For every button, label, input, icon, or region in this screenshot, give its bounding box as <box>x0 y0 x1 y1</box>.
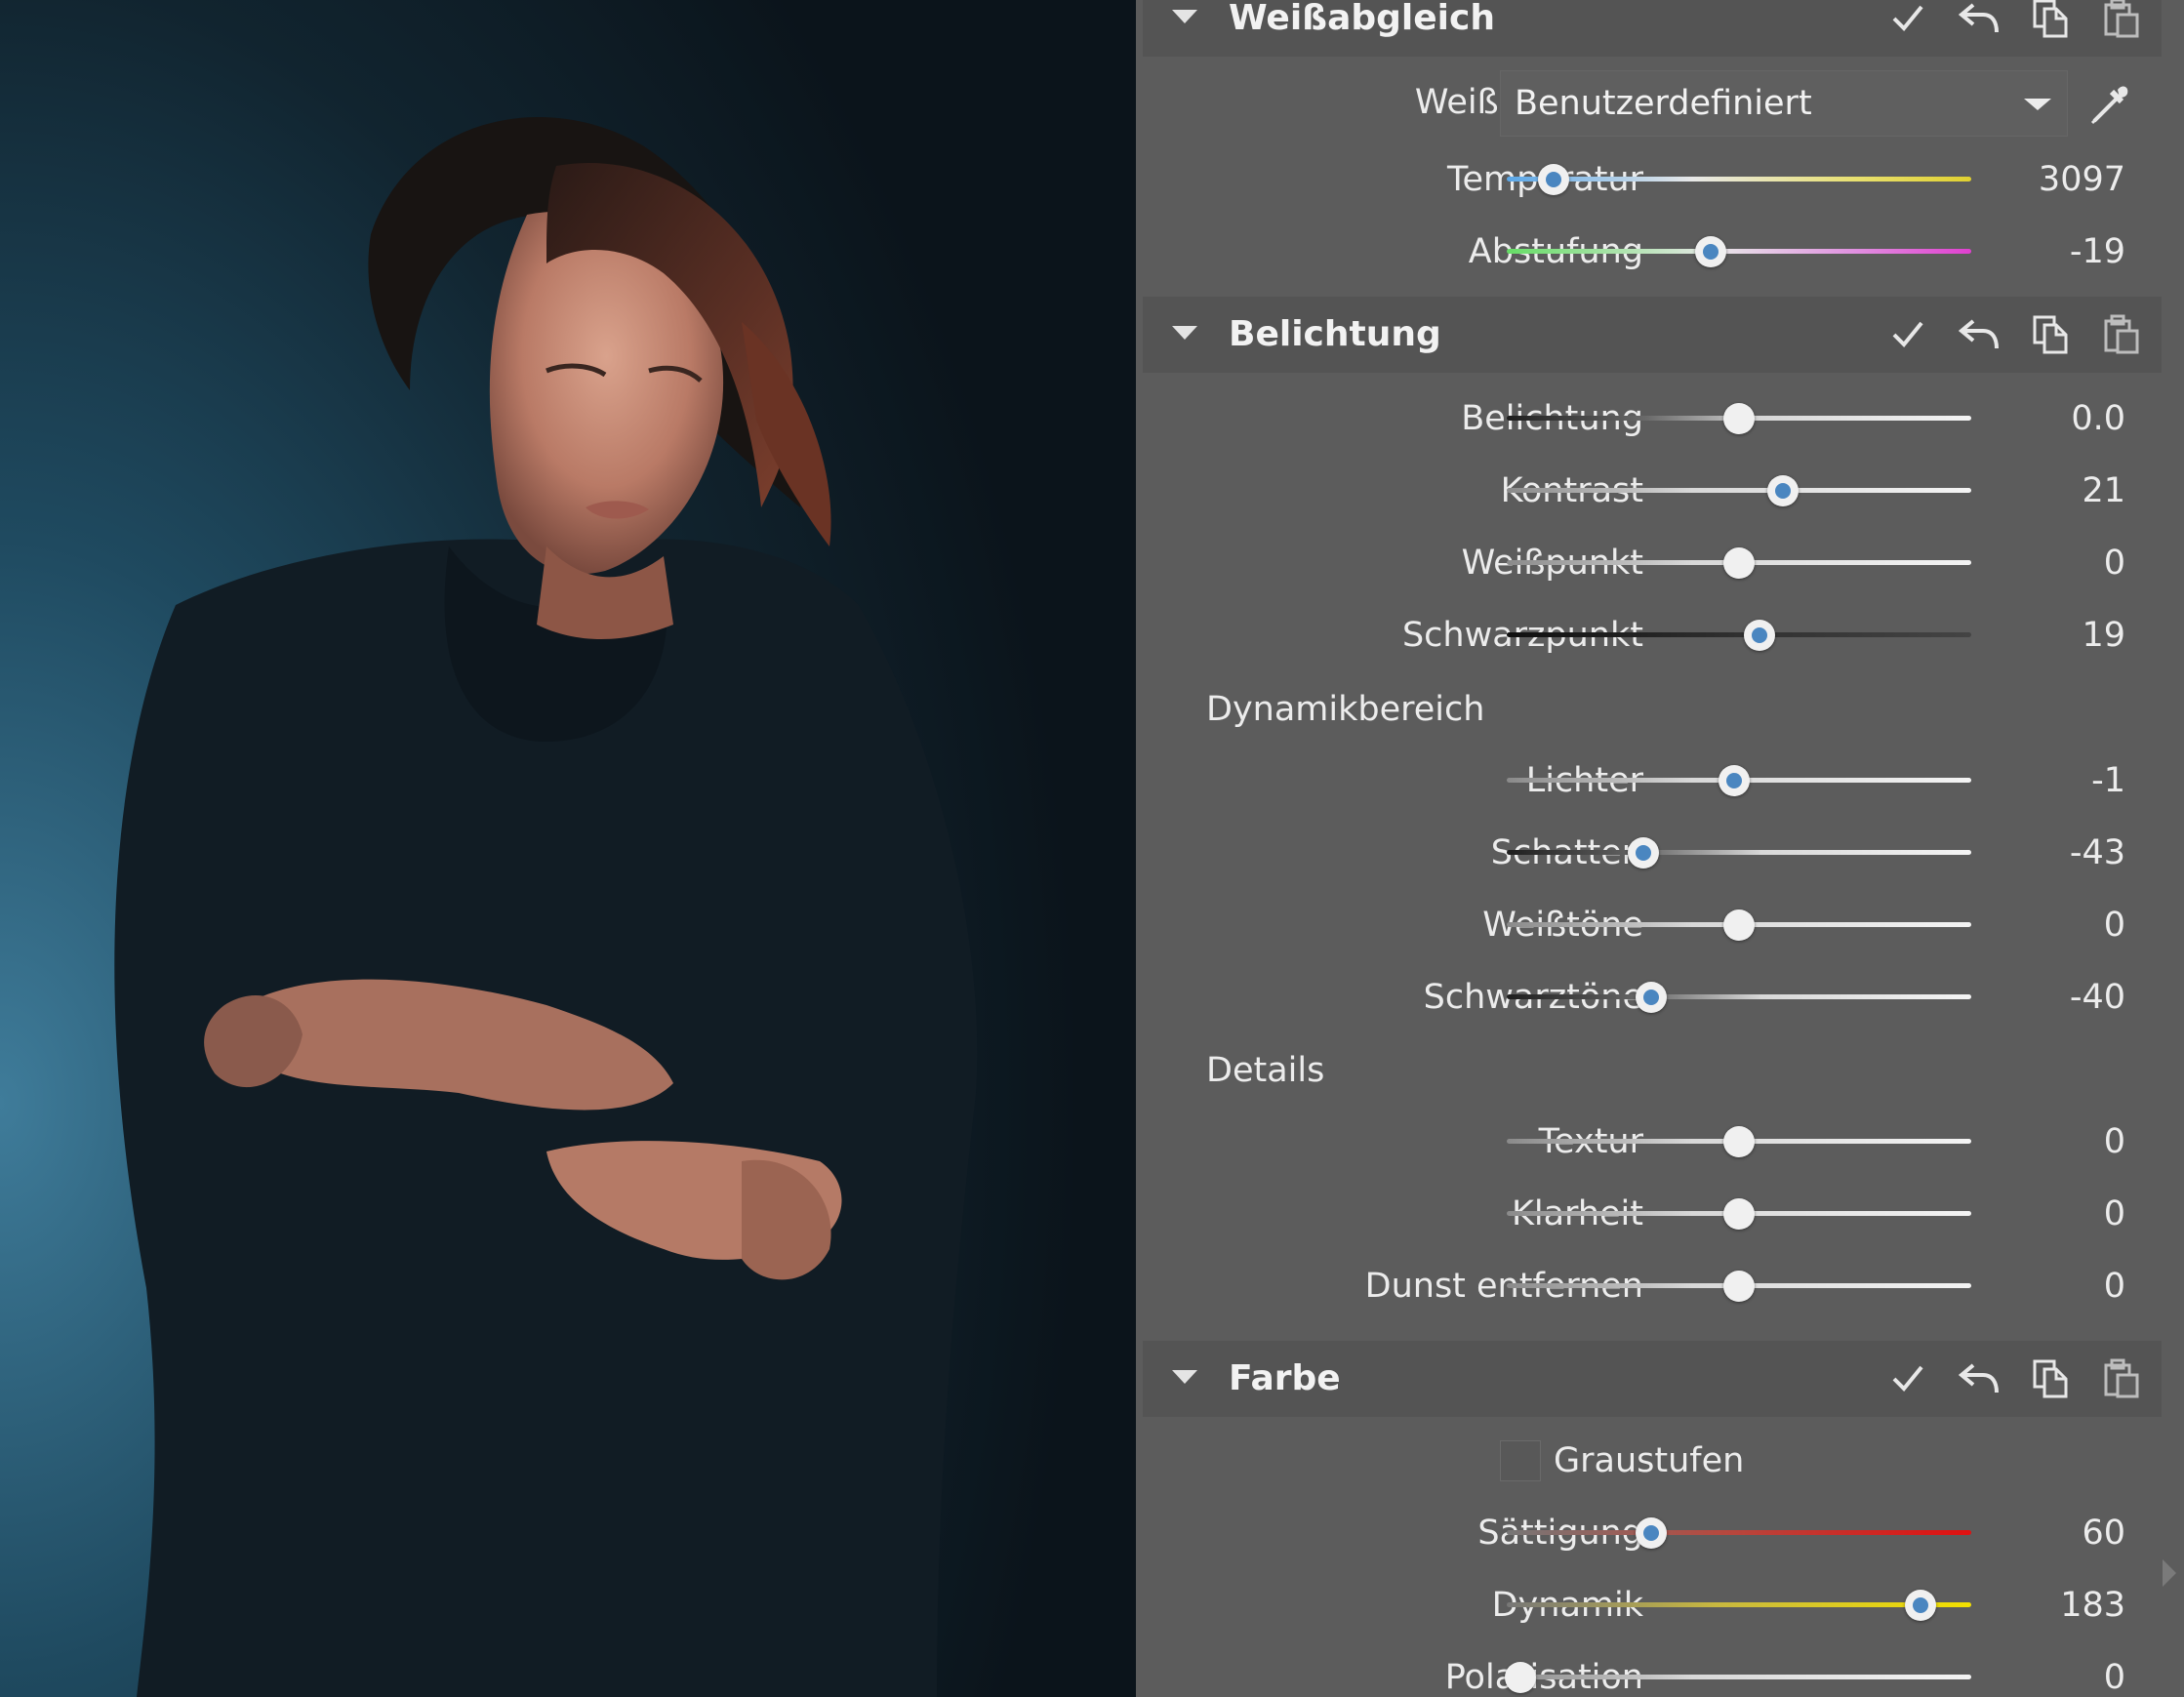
check-icon[interactable] <box>1884 0 1931 42</box>
slider-handle[interactable] <box>1723 1271 1755 1302</box>
slider-handle[interactable] <box>1723 1198 1755 1230</box>
slider-value[interactable]: -43 <box>2070 817 2125 889</box>
slider-handle[interactable] <box>1635 1517 1667 1549</box>
slider-handle[interactable] <box>1767 475 1800 506</box>
adjustment-panel: Weißabgleich Weißabgleich Benutzerdefini… <box>1136 0 2184 1697</box>
portrait-photo <box>0 0 1136 1697</box>
slider-track[interactable] <box>1507 488 1971 493</box>
section-header-exposure[interactable]: Belichtung <box>1143 297 2162 373</box>
copy-icon[interactable] <box>2027 1355 2074 1402</box>
check-icon[interactable] <box>1884 1355 1931 1402</box>
slider-value[interactable]: 21 <box>2082 455 2125 527</box>
paste-icon[interactable] <box>2098 0 2145 42</box>
slider-row-dynamik: Dynamik 183 <box>1136 1569 2184 1641</box>
slider-value[interactable]: 60 <box>2082 1497 2125 1569</box>
section-header-color[interactable]: Farbe <box>1143 1341 2162 1417</box>
slider-track[interactable] <box>1507 1530 1971 1535</box>
subsection-details: Details <box>1206 1051 1325 1090</box>
slider-handle[interactable] <box>1695 236 1727 267</box>
chevron-down-icon <box>2024 99 2051 110</box>
slider-value[interactable]: 0 <box>2104 1641 2125 1697</box>
scroll-right-arrow-icon[interactable] <box>2163 1559 2176 1587</box>
slider-track[interactable] <box>1507 177 1971 182</box>
section-title: Farbe <box>1229 1358 1341 1398</box>
undo-icon[interactable] <box>1956 1355 2002 1402</box>
slider-value[interactable]: -1 <box>2091 745 2125 817</box>
undo-icon[interactable] <box>1956 311 2002 358</box>
eyedropper-icon[interactable] <box>2083 76 2137 131</box>
slider-row-abstufung: Abstufung -19 <box>1136 216 2184 288</box>
slider-row-schatten: Schatten -43 <box>1136 817 2184 889</box>
slider-row-weißpunkt: Weißpunkt 0 <box>1136 527 2184 599</box>
slider-value[interactable]: 0 <box>2104 889 2125 961</box>
slider-track[interactable] <box>1507 1675 1971 1679</box>
slider-value[interactable]: 19 <box>2082 599 2125 671</box>
slider-handle[interactable] <box>1723 547 1755 579</box>
slider-row-weißtöne: Weißtöne 0 <box>1136 889 2184 961</box>
slider-handle[interactable] <box>1635 982 1667 1013</box>
slider-value[interactable]: 183 <box>2060 1569 2125 1641</box>
slider-handle[interactable] <box>1744 620 1776 651</box>
slider-row-schwarzpunkt: Schwarzpunkt 19 <box>1136 599 2184 671</box>
section-header-white-balance[interactable]: Weißabgleich <box>1143 0 2162 57</box>
white-balance-mode-dropdown[interactable]: Benutzerdefiniert <box>1500 70 2068 137</box>
slider-handle[interactable] <box>1904 1590 1936 1621</box>
slider-row-belichtung: Belichtung 0.0 <box>1136 383 2184 455</box>
grayscale-label: Graustufen <box>1554 1441 1745 1480</box>
copy-icon[interactable] <box>2027 311 2074 358</box>
slider-handle[interactable] <box>1723 403 1755 434</box>
slider-track[interactable] <box>1507 850 1971 855</box>
collapse-triangle-icon[interactable] <box>1172 326 1197 340</box>
photo-preview[interactable] <box>0 0 1136 1697</box>
slider-value[interactable]: 0.0 <box>2071 383 2125 455</box>
slider-value[interactable]: -40 <box>2070 961 2125 1033</box>
slider-value[interactable]: -19 <box>2070 216 2125 288</box>
slider-row-lichter: Lichter -1 <box>1136 745 2184 817</box>
slider-row-sättigung: Sättigung 60 <box>1136 1497 2184 1569</box>
slider-row-polarisation: Polarisation 0 <box>1136 1641 2184 1697</box>
grayscale-checkbox[interactable] <box>1500 1440 1541 1481</box>
check-icon[interactable] <box>1884 311 1931 358</box>
slider-row-temperatur: Temperatur3097 <box>1136 143 2184 216</box>
copy-icon[interactable] <box>2027 0 2074 42</box>
slider-handle[interactable] <box>1719 765 1751 796</box>
slider-track[interactable] <box>1507 1602 1971 1607</box>
subsection-dynamic-range: Dynamikbereich <box>1206 690 1485 729</box>
dropdown-value: Benutzerdefiniert <box>1515 84 1812 123</box>
slider-value[interactable]: 3097 <box>2039 143 2125 216</box>
slider-handle[interactable] <box>1723 1126 1755 1157</box>
slider-value[interactable]: 0 <box>2104 527 2125 599</box>
slider-row-schwarztöne: Schwarztöne -40 <box>1136 961 2184 1033</box>
slider-value[interactable]: 0 <box>2104 1106 2125 1178</box>
undo-icon[interactable] <box>1956 0 2002 42</box>
slider-handle[interactable] <box>1723 909 1755 941</box>
section-title: Weißabgleich <box>1229 0 1495 38</box>
slider-value[interactable]: 0 <box>2104 1250 2125 1322</box>
slider-value[interactable]: 0 <box>2104 1178 2125 1250</box>
slider-row-kontrast: Kontrast 21 <box>1136 455 2184 527</box>
slider-label: Polarisation <box>1444 1658 1643 1697</box>
slider-handle[interactable] <box>1628 837 1660 869</box>
section-title: Belichtung <box>1229 314 1441 354</box>
slider-handle[interactable] <box>1537 164 1569 195</box>
slider-row-dunst-entfernen: Dunst entfernen 0 <box>1136 1250 2184 1322</box>
slider-row-textur: Textur 0 <box>1136 1106 2184 1178</box>
paste-icon[interactable] <box>2098 311 2145 358</box>
collapse-triangle-icon[interactable] <box>1172 1370 1197 1384</box>
slider-track[interactable] <box>1507 249 1971 254</box>
slider-track[interactable] <box>1507 994 1971 999</box>
collapse-triangle-icon[interactable] <box>1172 10 1197 23</box>
slider-row-klarheit: Klarheit 0 <box>1136 1178 2184 1250</box>
paste-icon[interactable] <box>2098 1355 2145 1402</box>
slider-track[interactable] <box>1507 632 1971 637</box>
